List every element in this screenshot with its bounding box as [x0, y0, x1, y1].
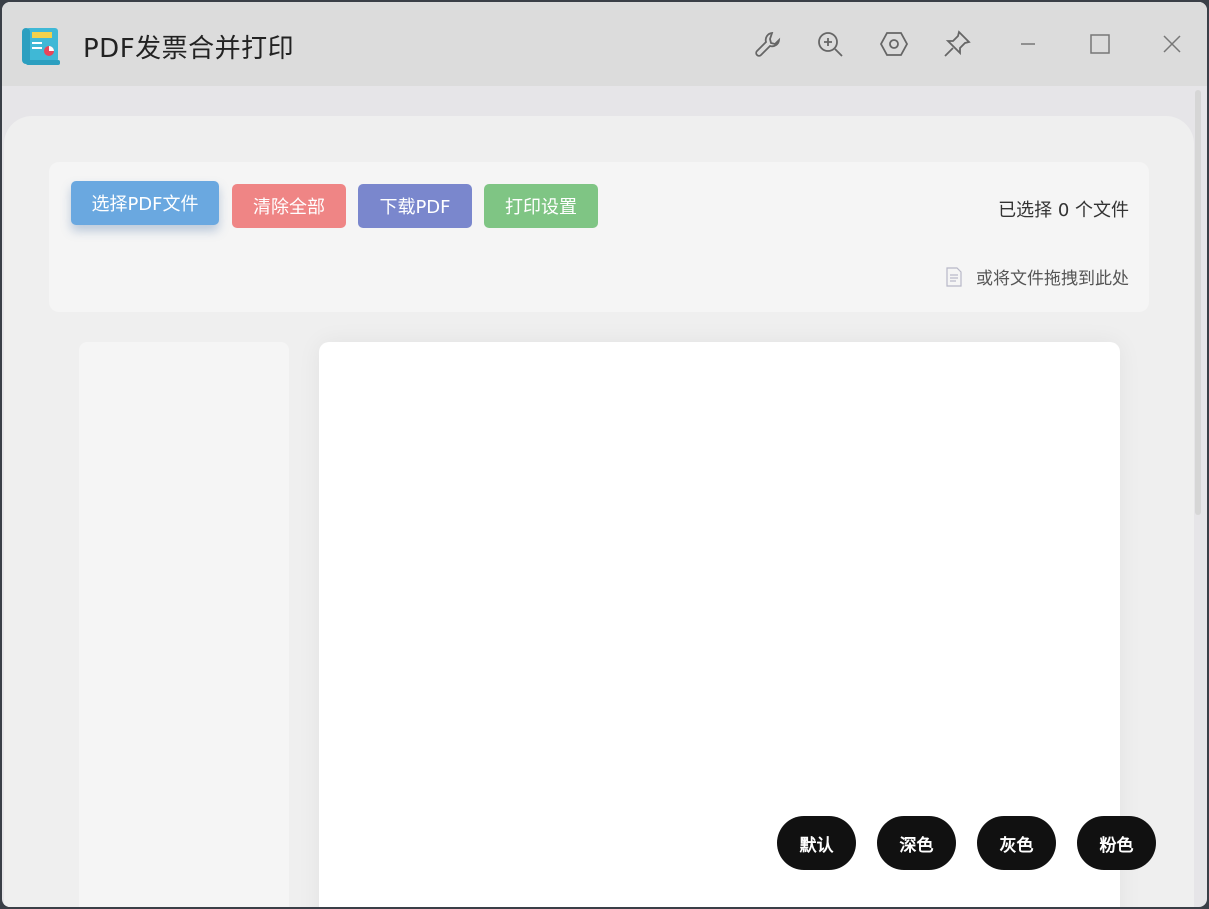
zoom-button[interactable]	[810, 24, 850, 64]
selected-count: 已选择 0 个文件	[998, 200, 1129, 221]
pin-button[interactable]	[937, 24, 977, 64]
close-button[interactable]	[1152, 24, 1192, 64]
clear-all-button[interactable]: 清除全部	[232, 184, 346, 228]
wrench-button[interactable]	[748, 24, 788, 64]
minimize-button[interactable]	[1008, 24, 1048, 64]
drop-hint-text: 或将文件拖拽到此处	[976, 269, 1129, 289]
app-logo-icon	[18, 24, 66, 68]
theme-default-button[interactable]: 默认	[777, 816, 856, 870]
wrench-icon	[755, 31, 781, 57]
theme-dark-button[interactable]: 深色	[877, 816, 956, 870]
app-window: PDF发票合并打印 选择PDF文件 清除全部 下载PDF 打印设置 已选择 0 …	[2, 2, 1207, 907]
theme-gray-button[interactable]: 灰色	[977, 816, 1056, 870]
toolbar-card: 选择PDF文件 清除全部 下载PDF 打印设置 已选择 0 个文件 或将文件拖拽…	[49, 162, 1149, 312]
zoom-in-icon	[818, 32, 843, 57]
vertical-scrollbar[interactable]	[1195, 90, 1201, 515]
print-settings-button[interactable]: 打印设置	[484, 184, 598, 228]
drop-zone-hint[interactable]: 或将文件拖拽到此处	[944, 264, 1129, 289]
download-pdf-button[interactable]: 下载PDF	[358, 184, 472, 228]
thumbnail-panel	[79, 342, 289, 907]
app-title: PDF发票合并打印	[83, 34, 295, 64]
maximize-icon	[1090, 34, 1110, 54]
minimize-icon	[1021, 43, 1035, 45]
document-icon	[946, 266, 962, 287]
pin-icon	[944, 30, 971, 57]
settings-button[interactable]	[874, 24, 914, 64]
theme-pink-button[interactable]: 粉色	[1077, 816, 1156, 870]
close-icon	[1163, 35, 1181, 53]
title-bar: PDF发票合并打印	[2, 2, 1207, 86]
hexagon-settings-icon	[879, 32, 909, 56]
maximize-button[interactable]	[1080, 24, 1120, 64]
main-content: 选择PDF文件 清除全部 下载PDF 打印设置 已选择 0 个文件 或将文件拖拽…	[4, 116, 1194, 907]
select-pdf-button[interactable]: 选择PDF文件	[71, 181, 219, 225]
